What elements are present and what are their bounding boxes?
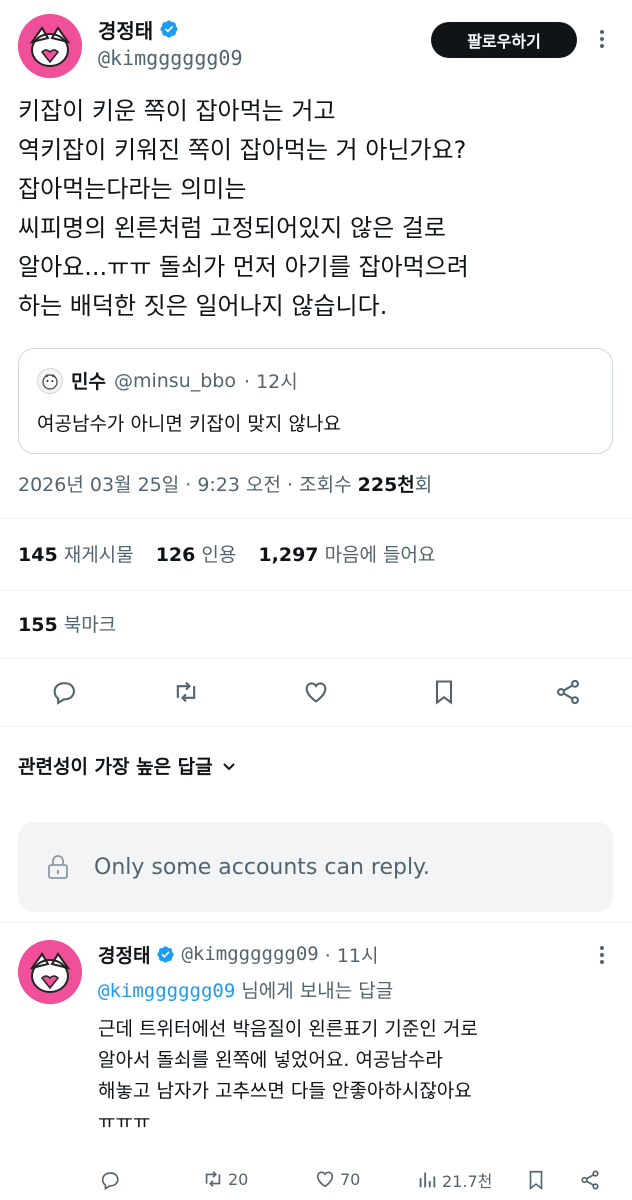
bookmark-label: 북마크 (63, 614, 117, 636)
view-count: 225천 (357, 474, 415, 496)
tweet-line: 하는 배덕한 짓은 일어나지 않습니다. (18, 292, 388, 320)
like-icon[interactable] (300, 676, 332, 708)
analytics-icon (416, 1169, 438, 1191)
reply-like-button[interactable]: 70 (314, 1168, 360, 1190)
quote-author-handle: @minsu_bbo (113, 369, 236, 392)
replies-sort-label: 관련성이 가장 높은 답글 (18, 756, 213, 778)
replies-sort-dropdown[interactable]: 관련성이 가장 높은 답글 (18, 752, 237, 779)
reply-icon[interactable] (48, 676, 80, 708)
author-avatar[interactable] (18, 14, 82, 78)
reply-author-handle[interactable]: @kimgggggg09 (181, 943, 318, 965)
retweet-label: 재게시물 (63, 544, 134, 566)
reply-like-count: 70 (340, 1169, 361, 1189)
reply-share-icon[interactable] (578, 1168, 602, 1192)
reply-author-name[interactable]: 경정태 (98, 941, 150, 968)
reply-view-count: 21.7천 (442, 1172, 493, 1191)
quote-author-name: 민수 (71, 371, 106, 393)
bookmark-count: 155 (18, 614, 58, 636)
tweet-line: 잡아먹는다라는 의미는 (18, 175, 247, 203)
stats-row: 145 재게시물 126 인용 1,297 마음에 들어요 (18, 540, 436, 567)
reply-line: 해놓고 남자가 고추쓰면 다들 안좋아하시잖아요 (98, 1080, 472, 1102)
share-icon[interactable] (552, 676, 584, 708)
retweet-icon[interactable] (170, 676, 202, 708)
reply-time: · 11시 (324, 944, 379, 967)
verified-badge-icon (156, 945, 175, 964)
author-handle[interactable]: @kimgggggg09 (98, 46, 243, 70)
replying-to-handle[interactable]: @kimgggggg09 (98, 980, 235, 1002)
tweet-line: 키잡이 키운 쪽이 잡아먹는 거고 (18, 97, 336, 125)
retweet-stat[interactable]: 145 재게시물 (18, 544, 134, 566)
reply-line: ㅠㅠㅠ (98, 1111, 151, 1133)
quote-label: 인용 (201, 544, 237, 566)
like-label: 마음에 들어요 (324, 544, 436, 566)
follow-button-label: 팔로우하기 (467, 32, 541, 51)
reply-views-button[interactable]: 21.7천 (416, 1168, 492, 1192)
reply-bookmark-icon[interactable] (524, 1168, 548, 1192)
reply-restriction-banner: Only some accounts can reply. (18, 822, 613, 912)
chevron-down-icon (221, 758, 237, 774)
quote-time: · 12시 (243, 371, 298, 393)
view-count-suffix: 회 (414, 474, 433, 496)
quote-avatar (37, 367, 63, 394)
reply-retweet-button[interactable]: 20 (202, 1168, 248, 1190)
reply-text: 근데 트위터에선 박음질이 왼른표기 기준인 거로 알아서 돌쇠를 왼쪽에 넣었… (98, 1014, 618, 1138)
like-count: 1,297 (258, 544, 319, 566)
avatar-illustration-icon (18, 14, 82, 78)
replying-to: @kimgggggg09 님에게 보내는 답글 (98, 976, 393, 1003)
tweet-date[interactable]: 2026년 03월 25일 · 9:23 오전 · 조회수 (18, 474, 358, 496)
reply-more-options-icon[interactable] (590, 942, 614, 968)
replying-to-suffix: 님에게 보내는 답글 (235, 980, 394, 1002)
quote-text: 여공남수가 아니면 키잡이 맞지 않나요 (37, 413, 341, 435)
like-icon (314, 1168, 336, 1190)
bookmark-stat[interactable]: 155 북마크 (18, 610, 116, 637)
reply-retweet-count: 20 (228, 1169, 249, 1189)
more-options-icon[interactable] (590, 26, 614, 52)
bookmark-icon[interactable] (428, 676, 460, 708)
tweet-meta: 2026년 03월 25일 · 9:23 오전 · 조회수 225천회 (18, 470, 432, 497)
author-name[interactable]: 경정태 (98, 15, 153, 44)
tweet-text: 키잡이 키운 쪽이 잡아먹는 거고 역키잡이 키워진 쪽이 잡아먹는 거 아닌가… (18, 92, 618, 326)
reply-author-avatar[interactable] (18, 940, 82, 1004)
reply-line: 근데 트위터에선 박음질이 왼른표기 기준인 거로 (98, 1018, 478, 1040)
avatar-illustration-icon (18, 940, 82, 1004)
quote-count: 126 (155, 544, 196, 566)
reply-reply-icon[interactable] (98, 1168, 122, 1192)
like-stat[interactable]: 1,297 마음에 들어요 (258, 544, 435, 566)
quote-stat[interactable]: 126 인용 (156, 544, 237, 566)
follow-button[interactable]: 팔로우하기 (431, 22, 577, 58)
tweet-line: 씨피명의 왼른처럼 고정되어있지 않은 걸로 (18, 214, 446, 242)
tweet-line: 역키잡이 키워진 쪽이 잡아먹는 거 아닌가요? (18, 136, 467, 164)
verified-badge-icon (159, 19, 179, 39)
tweet-line: 알아요...ㅠㅠ 돌쇠가 먼저 아기를 잡아먹으려 (18, 253, 469, 281)
retweet-icon (202, 1168, 224, 1190)
reply-restriction-text: Only some accounts can reply. (94, 854, 430, 880)
lock-icon (46, 853, 70, 881)
quote-avatar-icon (42, 373, 58, 390)
reply-line: 알아서 돌쇠를 왼쪽에 넣었어요. 여공남수라 (98, 1049, 443, 1071)
quoted-tweet-card[interactable]: 민수 @minsu_bbo · 12시 여공남수가 아니면 키잡이 맞지 않나요 (18, 348, 613, 454)
retweet-count: 145 (18, 544, 58, 566)
